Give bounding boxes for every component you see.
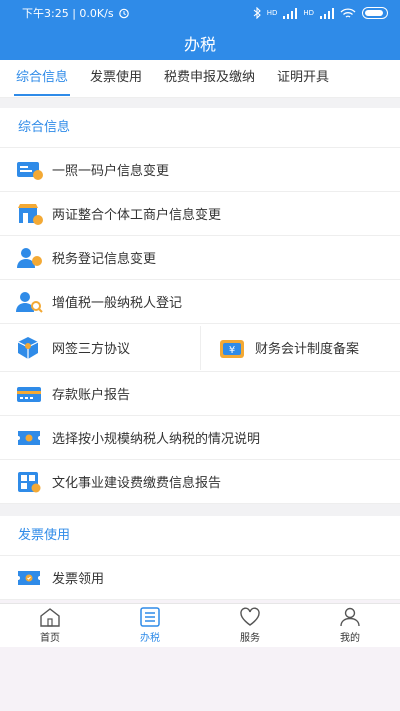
list-item-tax-registration-change[interactable]: 税务登记信息变更 — [0, 236, 400, 280]
list-item-small-scale-taxpayer[interactable]: 选择按小规模纳税人纳税的情况说明 — [0, 416, 400, 460]
list-item-license-code-change[interactable]: 一照一码户信息变更 — [0, 148, 400, 192]
nav-label: 我的 — [340, 633, 360, 644]
list-item-culture-fee-report[interactable]: 文化事业建设费缴费信息报告 — [0, 460, 400, 504]
divider — [0, 98, 400, 108]
cube-icon — [17, 336, 39, 359]
home-icon — [40, 608, 60, 627]
user-settings-icon — [17, 247, 42, 268]
nav-label: 办税 — [140, 633, 160, 644]
grid-doc-icon — [18, 471, 41, 492]
ticket-icon — [18, 430, 40, 445]
tab-invoice-use[interactable]: 发票使用 — [90, 60, 142, 98]
shop-icon — [18, 203, 43, 225]
status-time-speed: 下午3:25 | 0.0K/s — [22, 7, 114, 20]
list-item-vat-registration[interactable]: 增值税一般纳税人登记 — [0, 280, 400, 324]
battery-icon — [362, 7, 388, 19]
heart-icon — [240, 607, 260, 626]
nav-service[interactable]: 服务 — [200, 604, 300, 647]
tab-general-info[interactable]: 综合信息 — [13, 60, 71, 98]
list-item-individual-business-change[interactable]: 两证整合个体工商户信息变更 — [0, 192, 400, 236]
divider — [0, 504, 400, 516]
list-item-label: 网签三方协议 — [52, 342, 131, 357]
list-item-label: 财务会计制度备案 — [255, 342, 360, 357]
list-item-tripartite-agreement[interactable]: 网签三方协议 — [0, 326, 200, 370]
bottom-navigation: 首页 办税 服务 我的 — [0, 603, 400, 647]
user-search-icon — [16, 291, 43, 313]
user-icon — [340, 607, 360, 627]
nav-label: 服务 — [240, 633, 260, 644]
list-item-label: 发票领用 — [52, 572, 105, 587]
wifi-icon — [340, 7, 356, 18]
bank-card-icon — [17, 386, 41, 402]
list-icon — [140, 607, 160, 627]
tab-tax-filing[interactable]: 税费申报及缴纳 — [164, 60, 255, 98]
nav-label: 首页 — [40, 633, 60, 644]
list-item-label: 税务登记信息变更 — [52, 252, 157, 267]
nav-mine[interactable]: 我的 — [300, 604, 400, 647]
tab-bar: 综合信息 发票使用 税费申报及缴纳 证明开具 — [0, 60, 400, 98]
yuan-wallet-icon: ¥ — [220, 339, 244, 358]
list-item-label: 增值税一般纳税人登记 — [52, 296, 183, 311]
signal-1-icon — [283, 7, 298, 19]
page-title: 办税 — [183, 35, 216, 54]
list-item-label: 选择按小规模纳税人纳税的情况说明 — [52, 432, 261, 447]
list-item-label: 文化事业建设费缴费信息报告 — [52, 476, 222, 491]
status-bar: 下午3:25 | 0.0K/s HD HD — [0, 0, 400, 26]
section-title-invoice-use: 发票使用 — [0, 516, 400, 556]
signal-1-label: HD — [266, 9, 278, 17]
list-item-invoice-collect[interactable]: 发票领用 — [0, 556, 400, 600]
list-item-accounting-filing[interactable]: ¥ 财务会计制度备案 — [200, 325, 400, 370]
alarm-icon — [118, 8, 129, 19]
signal-2-label: HD — [303, 9, 314, 17]
list-item-label: 两证整合个体工商户信息变更 — [52, 208, 222, 223]
tab-certificates[interactable]: 证明开具 — [277, 60, 329, 98]
app-header: 下午3:25 | 0.0K/s HD HD 办税 — [0, 0, 400, 60]
list-item-deposit-account-report[interactable]: 存款账户报告 — [0, 372, 400, 416]
list-item-label: 存款账户报告 — [52, 388, 131, 403]
list-item-label: 一照一码户信息变更 — [52, 164, 170, 179]
signal-2-icon — [320, 7, 334, 19]
invoice-icon — [18, 570, 40, 585]
split-row: 网签三方协议 ¥ 财务会计制度备案 — [0, 324, 400, 372]
id-card-icon — [17, 161, 43, 180]
nav-home[interactable]: 首页 — [0, 604, 100, 647]
nav-tax[interactable]: 办税 — [100, 604, 200, 647]
bluetooth-icon — [253, 7, 261, 19]
svg-text:¥: ¥ — [229, 345, 235, 356]
section-title-general-info: 综合信息 — [0, 108, 400, 148]
system-nav-area — [0, 647, 400, 711]
